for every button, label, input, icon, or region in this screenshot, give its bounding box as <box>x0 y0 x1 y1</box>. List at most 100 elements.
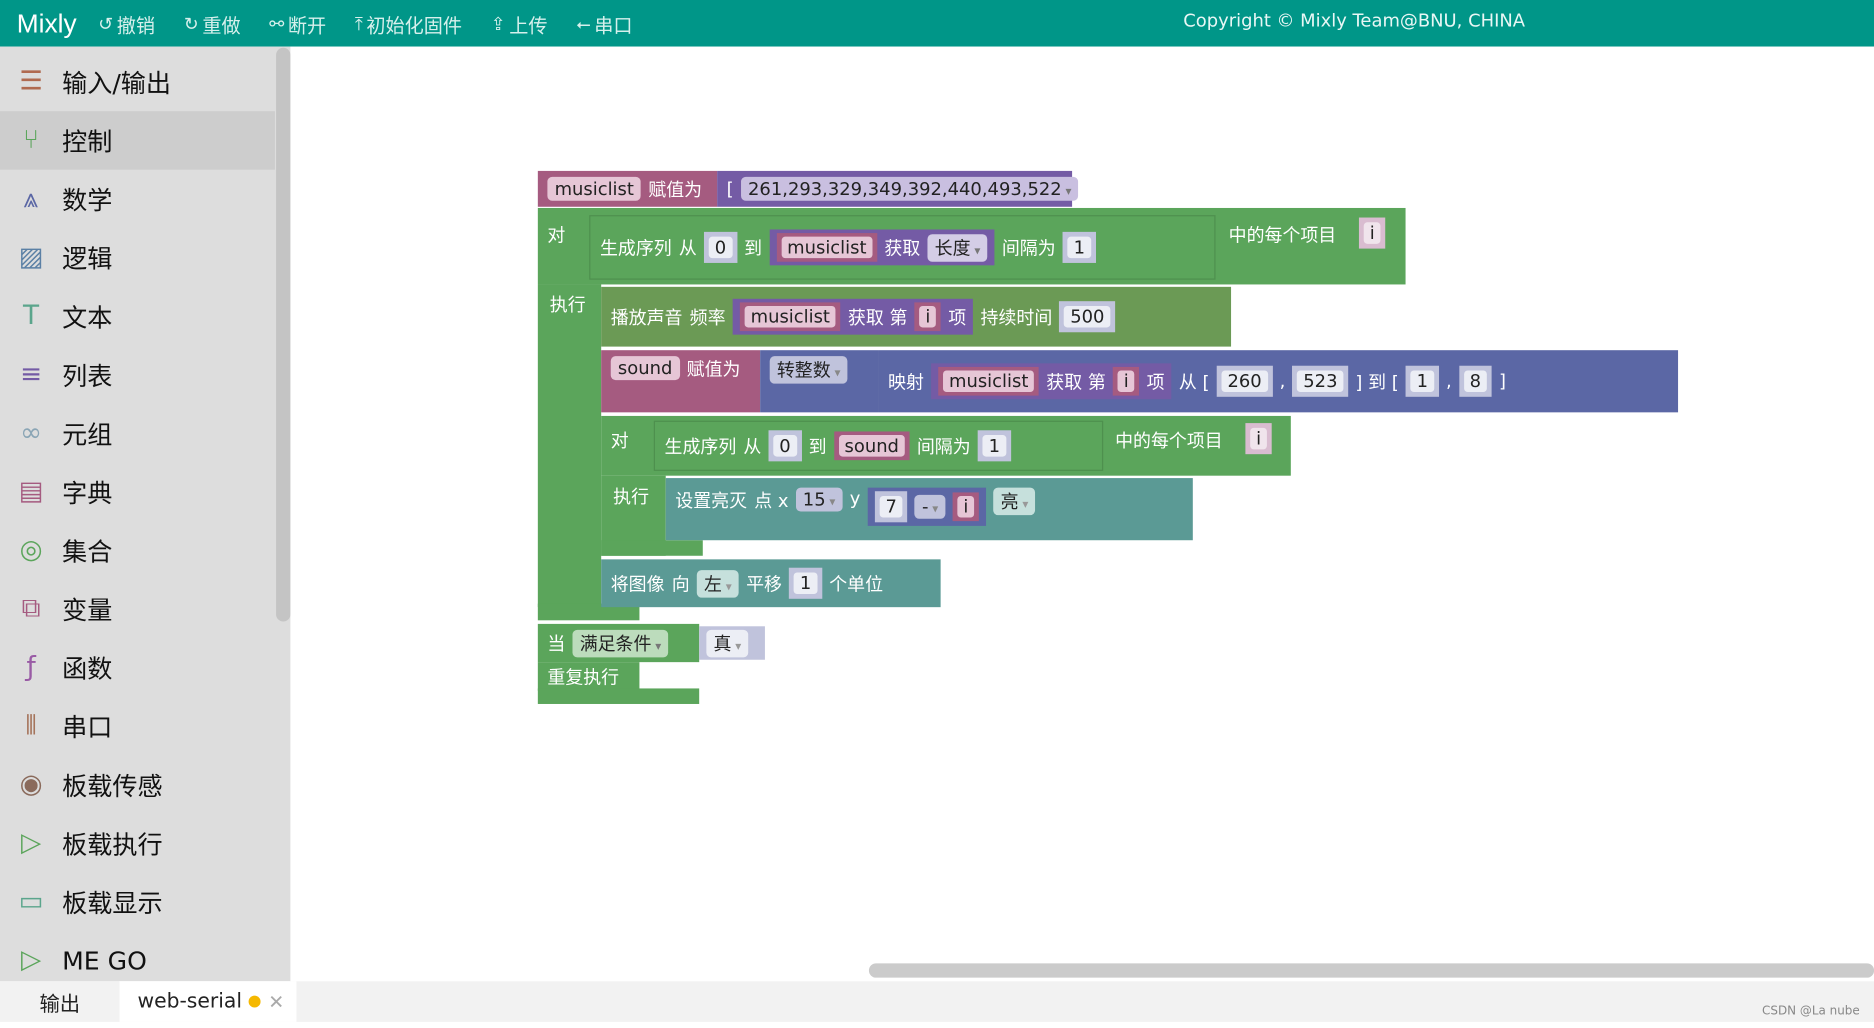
sidebar-item-dict[interactable]: ▤ 字典 <box>0 463 275 522</box>
to-range-label: ] 到 [ <box>1355 371 1399 393</box>
list-get-block[interactable]: musiclist 获取 第 i项 <box>931 363 1172 400</box>
init-firmware-button[interactable]: ⤒ 初始化固件 <box>355 9 462 38</box>
sidebar-item-math[interactable]: ⩓ 数学 <box>0 170 275 229</box>
variable-dropdown[interactable]: musiclist <box>547 176 642 201</box>
workspace-horizontal-scrollbar[interactable] <box>868 963 1874 978</box>
number-input[interactable]: 1 <box>1062 231 1096 263</box>
assign-sound-block[interactable]: sound 赋值为 <box>601 350 761 413</box>
variable-i[interactable]: i <box>952 492 980 522</box>
length-dropdown[interactable]: 长度 <box>927 233 988 262</box>
variable-musiclist[interactable]: musiclist <box>739 302 841 332</box>
convert-dropdown[interactable]: 转整数 <box>769 356 848 384</box>
sidebar-item-variable[interactable]: ⧉ 变量 <box>0 580 275 639</box>
y-label: y <box>849 487 861 510</box>
to-label: 到 <box>808 435 827 458</box>
tab-label: 输出 <box>39 992 81 1017</box>
sidebar-item-logic[interactable]: ▨ 逻辑 <box>0 228 275 287</box>
redo-label: 重做 <box>202 13 241 37</box>
state-dropdown[interactable]: 亮 <box>993 487 1036 516</box>
x-dropdown[interactable]: 15 <box>795 487 843 512</box>
range-label: 生成序列 <box>664 435 737 458</box>
operator-dropdown[interactable]: - <box>914 494 946 519</box>
to-label: 到 <box>744 237 763 259</box>
sidebar-item-tuple[interactable]: ∞ 元组 <box>0 404 275 463</box>
upload-button[interactable]: ⇪ 上传 <box>491 9 548 38</box>
number-input[interactable]: 7 <box>874 491 908 523</box>
while-block[interactable]: 当满足条件 <box>537 623 700 663</box>
number-input[interactable]: 0 <box>768 430 802 462</box>
sidebar-item-control[interactable]: ⑂ 控制 <box>0 111 275 170</box>
number-input[interactable]: 0 <box>704 231 737 263</box>
upload-label: 上传 <box>509 13 548 37</box>
number-input[interactable]: 523 <box>1292 365 1349 397</box>
display-icon: ▭ <box>18 886 44 917</box>
iterator-variable[interactable]: i <box>1358 217 1386 249</box>
tab-output[interactable]: 输出 <box>0 981 120 1022</box>
serial-button[interactable]: ⭠ 串口 <box>576 9 632 38</box>
set-icon: ◎ <box>19 535 43 566</box>
sidebar-item-function[interactable]: ƒ 函数 <box>0 638 275 697</box>
range-block[interactable]: 生成序列从 0 到 sound 间隔为 1 <box>653 420 1104 471</box>
sidebar-scrollbar[interactable] <box>276 47 291 622</box>
close-icon[interactable]: ✕ <box>268 990 284 1013</box>
variable-musiclist[interactable]: musiclist <box>938 366 1040 396</box>
move-label: 平移 <box>746 573 782 595</box>
repeat-label: 重复执行 <box>547 666 620 688</box>
sidebar-item-label: 逻辑 <box>62 244 113 274</box>
range-block[interactable]: 生成序列从 0 到 musiclist 获取长度 间隔为 1 <box>589 215 1216 280</box>
assign-label: 赋值为 <box>686 358 741 381</box>
number-input[interactable]: 500 <box>1059 301 1116 333</box>
sidebar-item-label: 变量 <box>62 595 113 625</box>
boolean-block[interactable]: 真 <box>699 626 765 660</box>
variable-musiclist[interactable]: musiclist <box>776 233 878 262</box>
assign-musiclist-block[interactable]: musiclist 赋值为 <box>537 170 718 207</box>
to-int-block[interactable]: 转整数 <box>760 350 879 413</box>
sidebar-item-label: 集合 <box>62 537 113 566</box>
shift-image-block[interactable]: 将图像向 左 平移 1 个单位 <box>601 559 941 608</box>
item-label: 项 <box>948 306 967 329</box>
usb-icon: ⭠ <box>576 12 591 35</box>
sidebar-item-sensor[interactable]: ◉ 板载传感 <box>0 755 275 814</box>
list-literal-block[interactable]: [261,293,329,349,392,440,493,522] <box>717 170 1093 207</box>
variable-i[interactable]: i <box>1112 366 1140 396</box>
list-length-block[interactable]: musiclist 获取 长度 <box>769 229 995 266</box>
from-label: 从 <box>743 435 762 458</box>
get-label: 获取 <box>884 237 921 259</box>
play-tone-block[interactable]: 播放声音 频率 musiclist 获取 第 i项 持续时间 500 <box>601 286 1232 347</box>
number-input[interactable]: 260 <box>1216 365 1273 397</box>
condition-dropdown[interactable]: 满足条件 <box>572 629 669 657</box>
sidebar-item-serial[interactable]: ⫴ 串口 <box>0 697 275 756</box>
sidebar-item-set[interactable]: ◎ 集合 <box>0 521 275 580</box>
for-block-spine <box>537 284 602 608</box>
play-tone-label: 播放声音 <box>610 306 683 329</box>
arithmetic-block[interactable]: 7-i <box>867 487 987 526</box>
sidebar-item-text[interactable]: T 文本 <box>0 287 275 346</box>
sidebar-item-label: 板载显示 <box>62 888 163 918</box>
variable-sound[interactable]: sound <box>833 431 910 461</box>
variable-dropdown[interactable]: sound <box>610 356 680 381</box>
sidebar-item-actuator[interactable]: ▷ 板载执行 <box>0 814 275 873</box>
sidebar-item-display[interactable]: ▭ 板载显示 <box>0 872 275 931</box>
number-input[interactable]: 8 <box>1458 365 1492 397</box>
sidebar-item-io[interactable]: ☰ 输入/输出 <box>0 53 275 112</box>
number-input[interactable]: 1 <box>789 567 823 599</box>
disconnect-button[interactable]: ⚯ 断开 <box>269 9 326 38</box>
direction-dropdown[interactable]: 左 <box>696 569 739 598</box>
undo-button[interactable]: ↺ 撤销 <box>98 9 155 38</box>
map-label: 映射 <box>888 371 924 393</box>
list-get-block[interactable]: musiclist 获取 第 i项 <box>732 298 974 335</box>
sidebar-item-list[interactable]: ≡ 列表 <box>0 345 275 404</box>
variable-i[interactable]: i <box>914 302 942 332</box>
set-pixel-block[interactable]: 设置亮灭点 x 15 y 7-i 亮 <box>665 478 1193 541</box>
map-block[interactable]: 映射 musiclist 获取 第 i项 从 [ 260, 523 ] 到 [ 1,… <box>878 350 1679 413</box>
boolean-dropdown[interactable]: 真 <box>706 629 749 657</box>
sidebar-item-label: 输入/输出 <box>62 68 172 98</box>
number-input[interactable]: 1 <box>977 430 1011 462</box>
redo-button[interactable]: ↻ 重做 <box>184 9 241 38</box>
iterator-variable[interactable]: i <box>1245 423 1272 455</box>
list-values-field[interactable]: 261,293,329,349,392,440,493,522 <box>740 176 1079 201</box>
tab-web-serial[interactable]: web-serial ✕ <box>119 981 297 1022</box>
bottom-panel-tabs: 输出 web-serial ✕ <box>0 981 1874 1022</box>
number-input[interactable]: 1 <box>1405 365 1439 397</box>
assign-label: 赋值为 <box>648 178 703 201</box>
